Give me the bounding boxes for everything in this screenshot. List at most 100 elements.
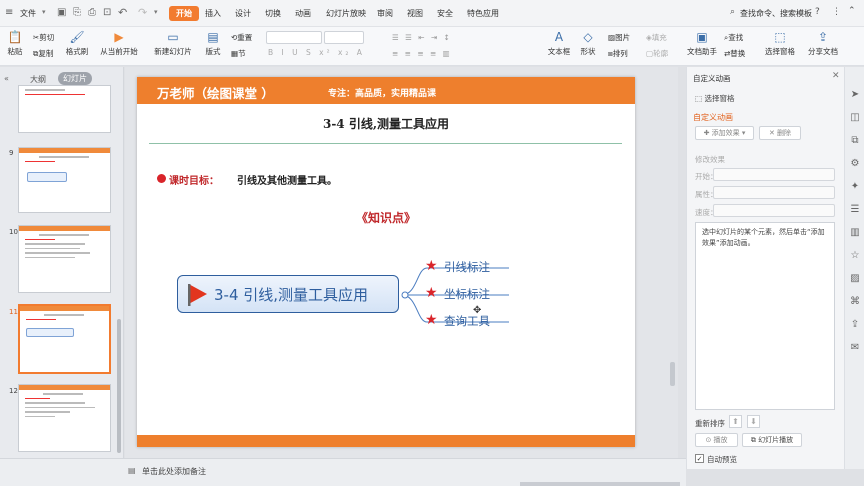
- slide-canvas[interactable]: 万老师（绘图课堂 ） 专注：高品质，实用精品课 3-4 引线,测量工具应用 课时…: [137, 77, 635, 447]
- notes-icon: ▤: [128, 466, 136, 475]
- share-doc-button[interactable]: ⇪ 分享文档: [806, 30, 840, 57]
- mindmap-branch-label[interactable]: 查询工具: [444, 313, 490, 329]
- help-icon[interactable]: ?: [815, 7, 820, 17]
- tab-slideshow[interactable]: 幻灯片放映: [326, 8, 366, 19]
- undo-icon[interactable]: ↶: [118, 6, 127, 19]
- shape-button[interactable]: ◇ 形状: [576, 30, 600, 57]
- new-slide-button[interactable]: ▭ 新建幻灯片: [150, 30, 196, 57]
- close-icon[interactable]: ✕: [832, 71, 840, 81]
- play-from-current-button[interactable]: ▶ 从当前开始: [97, 30, 141, 57]
- paste-button[interactable]: 📋 粘贴: [4, 30, 26, 57]
- command-search[interactable]: 查找命令、搜索模板: [740, 8, 812, 19]
- cut-button[interactable]: ✂剪切: [33, 32, 54, 43]
- redo-icon[interactable]: ↷: [138, 6, 147, 19]
- slide-thumbnail-selected[interactable]: [18, 304, 111, 374]
- shapes-icon[interactable]: ◫: [849, 112, 861, 124]
- move-up-icon[interactable]: ⬆: [729, 415, 742, 428]
- find-button[interactable]: ⌕查找: [724, 32, 743, 43]
- replace-button[interactable]: ⇄替换: [724, 48, 745, 59]
- outline-button[interactable]: ▢轮廓: [646, 48, 668, 59]
- view-controls[interactable]: [520, 482, 680, 486]
- animation-list[interactable]: 选中幻灯片的某个元素，然后单击“添加效果”添加动画。: [695, 222, 835, 410]
- collapse-ribbon-icon[interactable]: ⌃: [848, 6, 856, 16]
- speed-select[interactable]: [713, 204, 835, 217]
- notes-placeholder[interactable]: 单击此处添加备注: [142, 466, 206, 477]
- reorder-label: 重新排序: [695, 419, 725, 428]
- tab-security[interactable]: 安全: [437, 8, 453, 19]
- layout-button[interactable]: ▤ 版式: [200, 30, 226, 57]
- format-painter-button[interactable]: 🖌 格式刷: [64, 30, 90, 57]
- play-button[interactable]: ⊙ 播放: [695, 433, 738, 447]
- animation-icon[interactable]: ✦: [849, 181, 861, 193]
- autopreview-label: 自动预览: [707, 455, 737, 464]
- tab-features[interactable]: 特色应用: [467, 8, 499, 19]
- copy-button[interactable]: ⧉复制: [33, 48, 53, 59]
- delete-button[interactable]: ✕ 删除: [759, 126, 801, 140]
- slide-thumbnail[interactable]: [18, 225, 111, 293]
- tab-animation[interactable]: 动画: [295, 8, 311, 19]
- doc-helper-button[interactable]: ▣ 文档助手: [685, 30, 719, 57]
- select-pane-button[interactable]: ⬚ 选择窗格: [762, 30, 798, 57]
- mindmap-branch-label[interactable]: 引线标注: [444, 259, 490, 275]
- editor-scrollbar[interactable]: [670, 362, 675, 386]
- property-select[interactable]: [713, 186, 835, 199]
- tab-insert[interactable]: 插入: [205, 8, 221, 19]
- slideshow-button[interactable]: ⧉ 幻灯片播放: [742, 433, 802, 447]
- export-icon[interactable]: ⎘: [73, 7, 81, 18]
- animation-hint: 选中幻灯片的某个元素，然后单击“添加效果”添加动画。: [702, 228, 825, 247]
- textbox-button[interactable]: A 文本框: [545, 30, 573, 57]
- star-icon[interactable]: ☆: [849, 250, 861, 262]
- panel-title: 自定义动画: [693, 74, 731, 83]
- arrange-button[interactable]: ⧈排列: [608, 48, 628, 59]
- reset-button[interactable]: ⟲重置: [231, 32, 252, 43]
- save-icon[interactable]: ▣: [57, 7, 66, 18]
- file-menu[interactable]: 文件: [20, 8, 36, 19]
- slide-thumbnail[interactable]: [18, 85, 111, 133]
- side-toolbar: ➤ ◫ ⧉ ⚙ ✦ ☰ ▥ ☆ ▨ ⌘ ⇪ ✉: [844, 67, 864, 469]
- tab-transition[interactable]: 切换: [265, 8, 281, 19]
- slider-icon[interactable]: ☰: [849, 204, 861, 216]
- autopreview-checkbox[interactable]: ✓: [695, 454, 704, 463]
- share-icon[interactable]: ⇪: [849, 319, 861, 331]
- move-cursor-icon: ✥: [473, 305, 482, 316]
- properties-icon[interactable]: ⚙: [849, 158, 861, 170]
- tab-design[interactable]: 设计: [235, 8, 251, 19]
- more-options-icon[interactable]: ⋮: [832, 7, 841, 17]
- tab-outline[interactable]: 大纲: [30, 74, 46, 85]
- tab-home[interactable]: 开始: [169, 6, 199, 21]
- fill-button[interactable]: ◈填充: [646, 32, 667, 43]
- font-size-select[interactable]: [324, 31, 364, 44]
- picture-button[interactable]: ▨图片: [608, 32, 630, 43]
- comment-icon[interactable]: ✉: [849, 342, 861, 354]
- slide-thumbnail[interactable]: [18, 384, 111, 452]
- search-icon[interactable]: ⌕: [730, 7, 735, 17]
- font-family-select[interactable]: [266, 31, 322, 44]
- hamburger-icon[interactable]: ≡: [5, 8, 15, 18]
- align-buttons[interactable]: ≡ ≡ ≡ ≡ ▥: [392, 49, 452, 58]
- start-select[interactable]: [713, 168, 835, 181]
- add-effect-button[interactable]: ✚ 添加效果 ▾: [695, 126, 754, 140]
- print-icon[interactable]: ⎙: [88, 7, 96, 18]
- copy-icon[interactable]: ⧉: [849, 135, 861, 147]
- tab-view[interactable]: 视图: [407, 8, 423, 19]
- section-button[interactable]: ▦节: [231, 48, 246, 59]
- font-style-buttons[interactable]: B I U S x² x₂ A: [268, 48, 365, 57]
- chevron-down-icon[interactable]: ▾: [42, 8, 46, 16]
- mindmap-branch-label[interactable]: 坐标标注: [444, 286, 490, 302]
- preview-icon[interactable]: ⊡: [103, 7, 111, 18]
- thumbnail-scrollbar[interactable]: [117, 319, 121, 453]
- more-icon[interactable]: ▾: [154, 8, 158, 16]
- move-down-icon[interactable]: ⬇: [747, 415, 760, 428]
- select-pane-link[interactable]: ⬚ 选择窗格: [695, 93, 734, 104]
- picture-icon[interactable]: ▨: [849, 273, 861, 285]
- link-icon[interactable]: ⌘: [849, 296, 861, 308]
- template-icon[interactable]: ▥: [849, 227, 861, 239]
- collapse-panel-icon[interactable]: «: [4, 74, 9, 83]
- slide-thumbnail-panel: « 大纲 幻灯片 9 10 11 12 +: [0, 67, 124, 474]
- tab-slides[interactable]: 幻灯片: [58, 72, 92, 85]
- tab-review[interactable]: 审阅: [377, 8, 393, 19]
- cursor-icon[interactable]: ➤: [849, 89, 861, 101]
- mindmap-main-node[interactable]: 3-4 引线,测量工具应用: [177, 275, 399, 313]
- slide-thumbnail[interactable]: [18, 147, 111, 213]
- paragraph-buttons[interactable]: ☰ ☰ ⇤ ⇥ ↕: [392, 33, 452, 42]
